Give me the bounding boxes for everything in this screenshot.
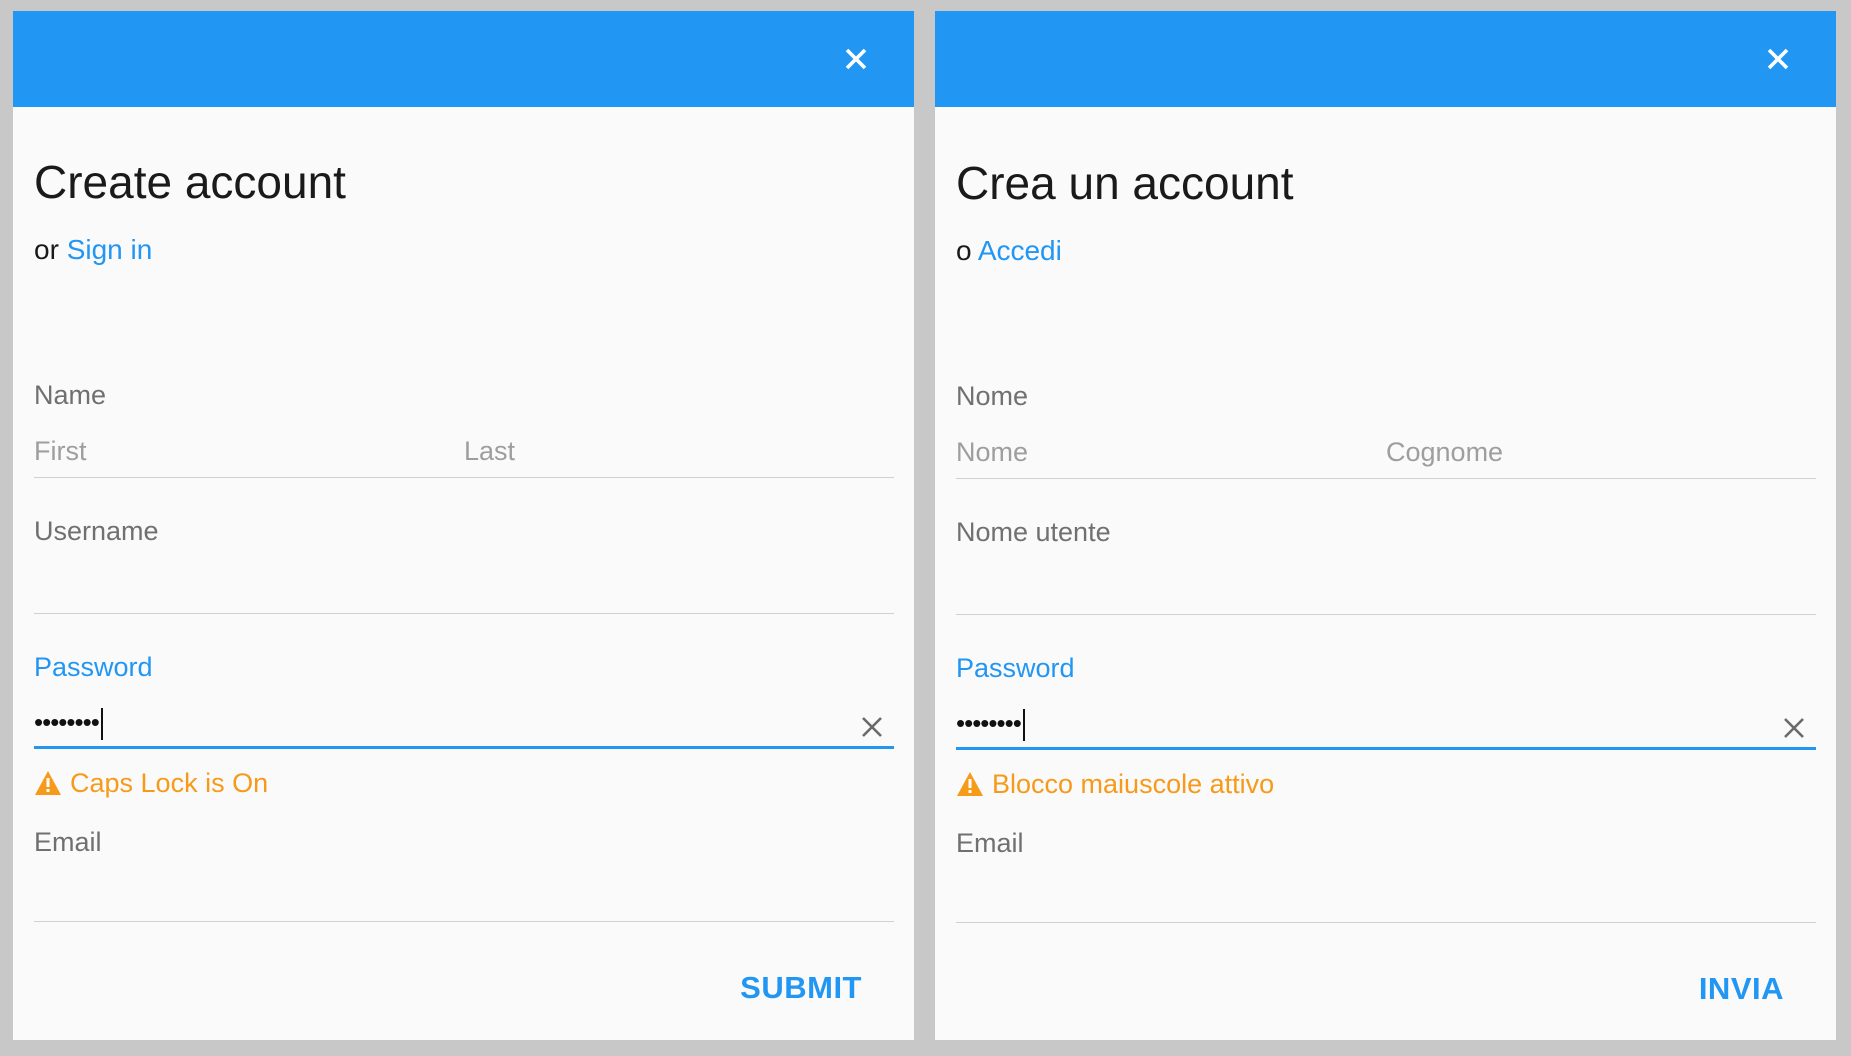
email-underline bbox=[956, 922, 1816, 923]
password-value: •••••••• bbox=[34, 708, 103, 740]
close-button[interactable] bbox=[836, 39, 876, 79]
username-underline bbox=[956, 614, 1816, 615]
clear-password-button[interactable] bbox=[1777, 711, 1811, 745]
sign-in-line: or Sign in bbox=[34, 233, 152, 267]
page-title: Crea un account bbox=[956, 157, 1294, 209]
caps-lock-warning-text: Caps Lock is On bbox=[70, 768, 269, 798]
password-input[interactable] bbox=[956, 700, 1816, 748]
dialog-create-account-it: Crea un account o Accedi Nome Nome Cogno… bbox=[935, 11, 1836, 1040]
last-name-placeholder: Cognome bbox=[1386, 437, 1504, 467]
username-input[interactable] bbox=[34, 565, 894, 613]
password-dots: •••••••• bbox=[956, 707, 1022, 738]
name-label: Nome bbox=[956, 381, 1029, 411]
password-label: Password bbox=[956, 653, 1075, 683]
clear-icon bbox=[862, 717, 882, 737]
name-label: Name bbox=[34, 380, 107, 410]
close-icon bbox=[1767, 48, 1789, 70]
caps-lock-warning: Caps Lock is On bbox=[34, 767, 268, 799]
text-caret bbox=[100, 708, 103, 740]
clear-icon bbox=[1784, 718, 1804, 738]
sign-in-prefix: or bbox=[34, 234, 59, 265]
sign-in-link[interactable]: Sign in bbox=[67, 234, 153, 265]
password-dots: •••••••• bbox=[34, 706, 100, 737]
first-name-placeholder: First bbox=[34, 436, 87, 466]
sign-in-prefix: o bbox=[956, 235, 972, 266]
last-name-input[interactable]: Last bbox=[464, 429, 894, 477]
close-button[interactable] bbox=[1758, 39, 1798, 79]
username-underline bbox=[34, 613, 894, 614]
text-caret bbox=[1022, 709, 1025, 741]
username-label: Nome utente bbox=[956, 517, 1111, 547]
close-icon bbox=[845, 48, 867, 70]
username-input[interactable] bbox=[956, 566, 1816, 614]
sign-in-line: o Accedi bbox=[956, 234, 1062, 268]
warning-icon bbox=[957, 772, 983, 797]
sign-in-link[interactable]: Accedi bbox=[978, 235, 1062, 266]
email-input[interactable] bbox=[34, 873, 894, 921]
name-underline bbox=[956, 478, 1816, 479]
dialog-header bbox=[935, 11, 1836, 107]
last-name-placeholder: Last bbox=[464, 436, 516, 466]
dialog-create-account-en: Create account or Sign in Name First Las… bbox=[13, 11, 914, 1040]
email-input[interactable] bbox=[956, 874, 1816, 922]
password-underline bbox=[34, 746, 894, 749]
first-name-input[interactable]: First bbox=[34, 429, 464, 477]
email-label: Email bbox=[956, 828, 1024, 858]
caps-lock-warning-text: Blocco maiuscole attivo bbox=[992, 769, 1275, 799]
password-input[interactable] bbox=[34, 699, 894, 747]
last-name-input[interactable]: Cognome bbox=[1386, 430, 1816, 478]
username-label: Username bbox=[34, 516, 159, 546]
clear-password-button[interactable] bbox=[855, 710, 889, 744]
caps-lock-warning: Blocco maiuscole attivo bbox=[956, 768, 1274, 800]
name-underline bbox=[34, 477, 894, 478]
warning-icon bbox=[35, 771, 61, 796]
dialog-header bbox=[13, 11, 914, 107]
submit-button[interactable]: SUBMIT bbox=[740, 969, 862, 1006]
page-title: Create account bbox=[34, 156, 346, 208]
submit-button[interactable]: INVIA bbox=[1699, 970, 1784, 1007]
email-label: Email bbox=[34, 827, 102, 857]
email-underline bbox=[34, 921, 894, 922]
password-value: •••••••• bbox=[956, 709, 1025, 741]
password-label: Password bbox=[34, 652, 153, 682]
password-underline bbox=[956, 747, 1816, 750]
first-name-input[interactable]: Nome bbox=[956, 430, 1386, 478]
first-name-placeholder: Nome bbox=[956, 437, 1029, 467]
